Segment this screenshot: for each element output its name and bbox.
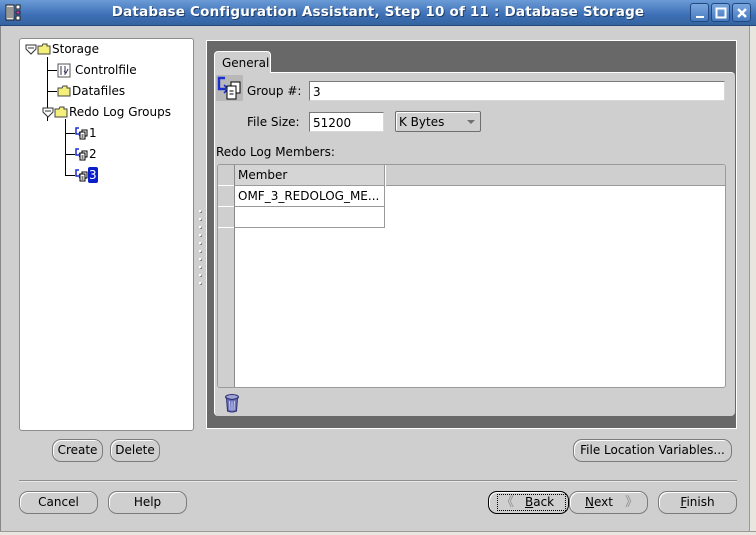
file-size-unit-select[interactable]: K Bytes bbox=[395, 111, 481, 132]
redo-log-members-label: Redo Log Members: bbox=[216, 145, 335, 159]
close-button[interactable] bbox=[732, 3, 751, 22]
column-header-filler bbox=[386, 165, 725, 186]
controlfile-icon bbox=[57, 63, 71, 77]
next-button[interactable]: Next 》 bbox=[569, 491, 648, 514]
tree-node-label: Redo Log Groups bbox=[69, 105, 171, 119]
collapse-toggle-icon[interactable] bbox=[25, 43, 37, 55]
file-size-unit-value: K Bytes bbox=[399, 115, 445, 129]
redo-log-members-table[interactable]: Member OMF_3_REDOLOG_ME... bbox=[217, 164, 726, 388]
cancel-button[interactable]: Cancel bbox=[19, 491, 98, 514]
table-cell[interactable] bbox=[235, 207, 385, 228]
row-header[interactable] bbox=[218, 207, 234, 228]
tree-node-controlfile[interactable]: Controlfile bbox=[57, 61, 138, 79]
window-titlebar[interactable]: Database Configuration Assistant, Step 1… bbox=[0, 0, 756, 26]
file-size-field[interactable]: 51200 bbox=[309, 112, 384, 132]
finish-button[interactable]: Finish bbox=[658, 491, 737, 514]
redo-log-group-icon bbox=[216, 75, 243, 101]
storage-tree[interactable]: Storage Controlfile Datafiles Redo Log G… bbox=[19, 38, 194, 431]
row-header-column bbox=[218, 165, 235, 387]
redo-log-group-icon bbox=[75, 127, 88, 140]
mnemonic: B bbox=[525, 495, 534, 509]
back-button[interactable]: 《 Back bbox=[488, 491, 569, 514]
folder-icon bbox=[54, 106, 68, 118]
group-number-label: Group #: bbox=[247, 84, 302, 98]
maximize-icon bbox=[715, 7, 727, 19]
help-button[interactable]: Help bbox=[108, 491, 187, 514]
back-label: Back bbox=[525, 492, 554, 513]
mnemonic: N bbox=[585, 495, 594, 509]
close-icon bbox=[737, 8, 747, 18]
redo-log-group-icon bbox=[75, 148, 88, 161]
tree-node-datafiles[interactable]: Datafiles bbox=[57, 82, 126, 100]
file-size-label: File Size: bbox=[247, 115, 300, 129]
tree-node-label: 2 bbox=[89, 147, 97, 161]
row-header[interactable] bbox=[218, 186, 234, 207]
delete-button[interactable]: Delete bbox=[110, 439, 160, 462]
tree-line bbox=[47, 91, 57, 92]
file-location-variables-button[interactable]: File Location Variables... bbox=[573, 439, 732, 462]
collapse-toggle-icon[interactable] bbox=[42, 106, 54, 118]
maximize-button[interactable] bbox=[711, 3, 730, 22]
chevron-left-icon: 《 bbox=[501, 495, 515, 510]
tree-node-group-3[interactable]: 3 bbox=[74, 166, 98, 184]
finish-label-rest: inish bbox=[686, 495, 715, 509]
group-number-field[interactable]: 3 bbox=[309, 81, 725, 101]
window-title: Database Configuration Assistant, Step 1… bbox=[111, 4, 645, 20]
window-border-bottom bbox=[0, 531, 756, 535]
trash-icon bbox=[225, 394, 239, 413]
tree-node-group-1[interactable]: 1 bbox=[74, 124, 98, 142]
back-label-rest: ack bbox=[533, 495, 555, 509]
chevron-down-icon bbox=[467, 120, 475, 124]
folder-icon bbox=[37, 43, 51, 55]
tree-node-group-2[interactable]: 2 bbox=[74, 145, 98, 163]
chevron-right-icon: 》 bbox=[625, 495, 639, 510]
minimize-button[interactable] bbox=[690, 3, 709, 22]
divider bbox=[19, 480, 737, 482]
tree-line bbox=[47, 70, 57, 71]
next-label-rest: ext bbox=[593, 495, 613, 509]
tree-node-label-selected: 3 bbox=[88, 167, 98, 183]
folder-icon bbox=[57, 85, 71, 97]
tree-line bbox=[65, 119, 66, 176]
create-button[interactable]: Create bbox=[52, 439, 103, 462]
tree-node-redo-log-groups[interactable]: Redo Log Groups bbox=[42, 103, 172, 121]
panel-splitter-handle[interactable] bbox=[199, 210, 202, 300]
next-label: Next bbox=[585, 492, 613, 513]
tree-node-label: Controlfile bbox=[75, 63, 137, 77]
tree-node-storage[interactable]: Storage bbox=[25, 40, 100, 58]
tree-node-label: Datafiles bbox=[72, 84, 126, 98]
tree-node-label: Storage bbox=[52, 42, 99, 56]
tab-general[interactable]: General bbox=[214, 51, 271, 73]
window-border-right bbox=[749, 26, 756, 535]
tree-node-label: 1 bbox=[89, 126, 97, 140]
column-header-member[interactable]: Member bbox=[235, 165, 385, 186]
minimize-icon bbox=[696, 16, 704, 18]
corner-header bbox=[218, 165, 234, 186]
table-cell[interactable]: OMF_3_REDOLOG_ME... bbox=[235, 186, 385, 207]
redo-log-group-icon bbox=[75, 169, 88, 182]
delete-member-button[interactable] bbox=[224, 393, 240, 413]
